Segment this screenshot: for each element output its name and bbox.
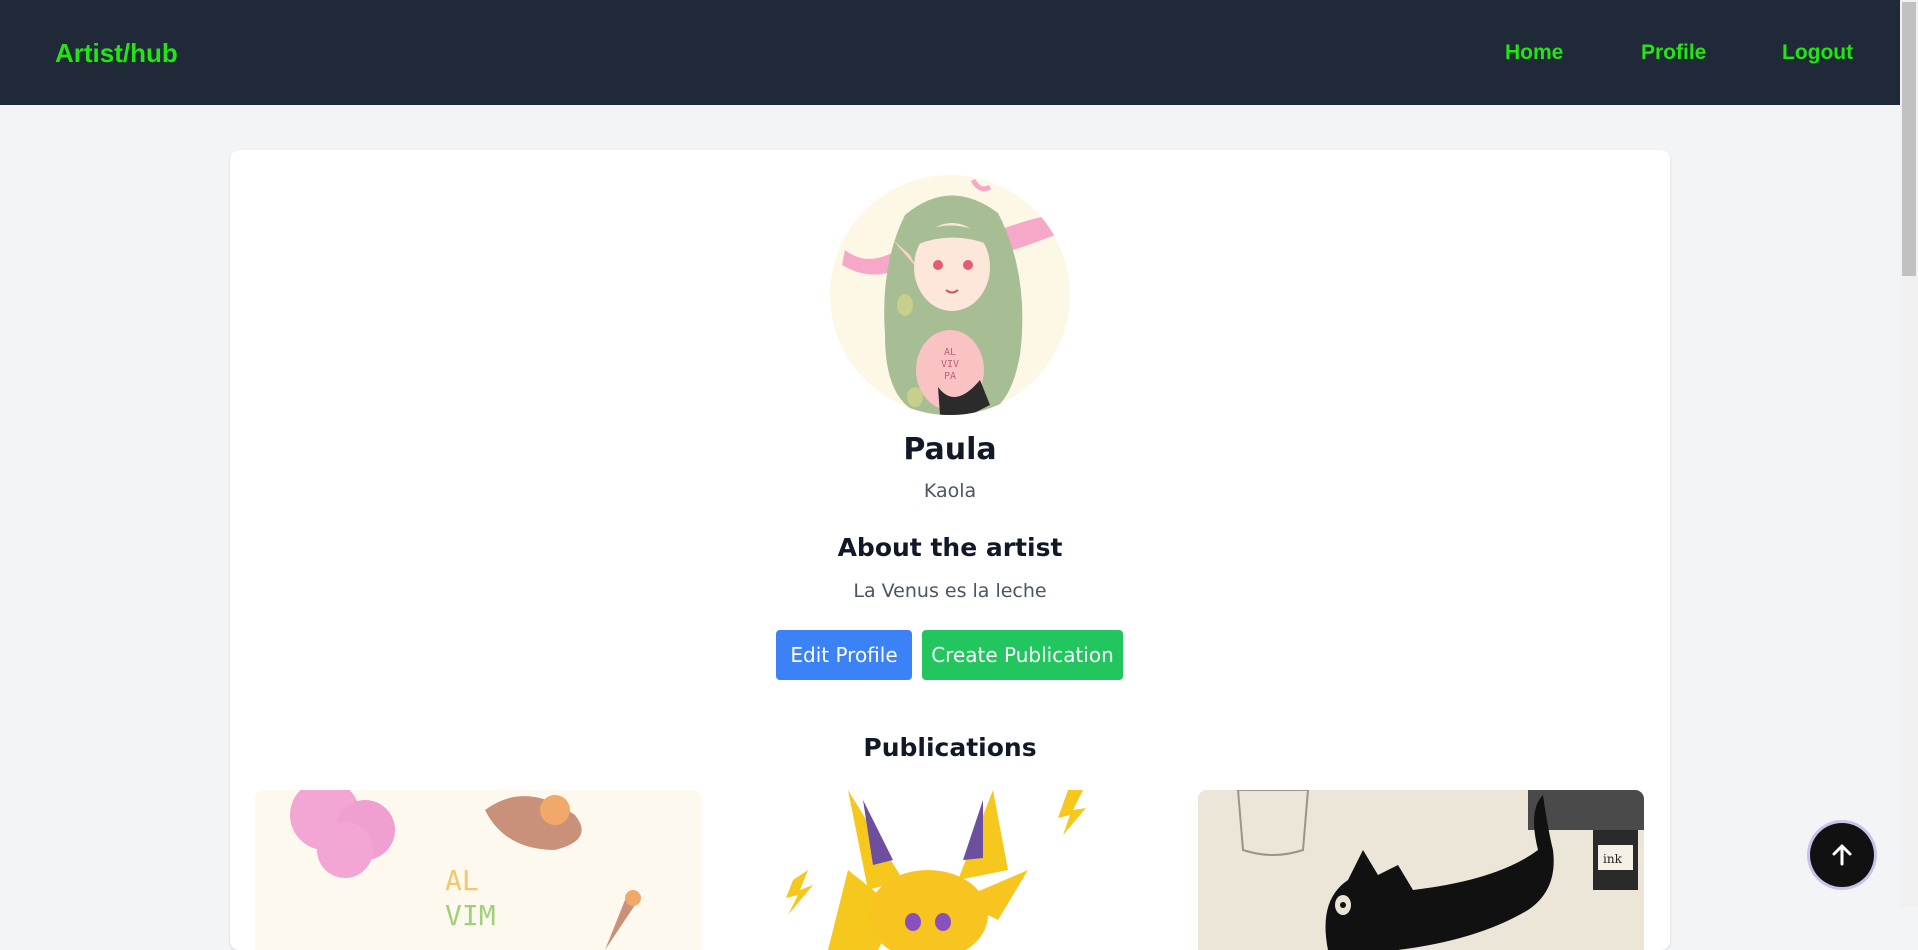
page-scrollbar[interactable] bbox=[1900, 0, 1918, 907]
back-to-top-button[interactable] bbox=[1810, 823, 1874, 887]
svg-text:PA: PA bbox=[944, 371, 956, 382]
profile-name: Paula bbox=[903, 432, 997, 467]
nav-link-logout[interactable]: Logout bbox=[1782, 41, 1853, 65]
about-heading: About the artist bbox=[837, 533, 1063, 562]
publication-card[interactable]: AL VIM bbox=[255, 790, 701, 950]
top-navbar: Artist/hub Home Profile Logout bbox=[0, 0, 1900, 105]
publication-card[interactable]: ink bbox=[1198, 790, 1644, 950]
profile-avatar: AL VIV PA bbox=[830, 175, 1070, 415]
edit-profile-button[interactable]: Edit Profile bbox=[776, 630, 912, 680]
profile-card: AL VIV PA Paula Kaola About the artist L… bbox=[230, 150, 1670, 950]
svg-text:AL: AL bbox=[944, 347, 956, 358]
publications-heading: Publications bbox=[863, 733, 1037, 762]
nav-link-home[interactable]: Home bbox=[1505, 41, 1563, 65]
publication-card[interactable] bbox=[728, 790, 1174, 950]
svg-text:AL: AL bbox=[445, 864, 479, 897]
profile-username: Kaola bbox=[923, 480, 977, 502]
profile-bio: La Venus es la leche bbox=[853, 580, 1047, 602]
svg-text:VIV: VIV bbox=[941, 359, 959, 370]
nav-link-profile[interactable]: Profile bbox=[1641, 41, 1706, 65]
scrollbar-thumb[interactable] bbox=[1902, 2, 1916, 276]
brand-logo[interactable]: Artist/hub bbox=[55, 38, 178, 69]
svg-text:VIM: VIM bbox=[445, 899, 496, 932]
create-publication-button[interactable]: Create Publication bbox=[922, 630, 1123, 680]
svg-text:ink: ink bbox=[1603, 852, 1623, 866]
arrow-up-icon bbox=[1832, 844, 1852, 866]
